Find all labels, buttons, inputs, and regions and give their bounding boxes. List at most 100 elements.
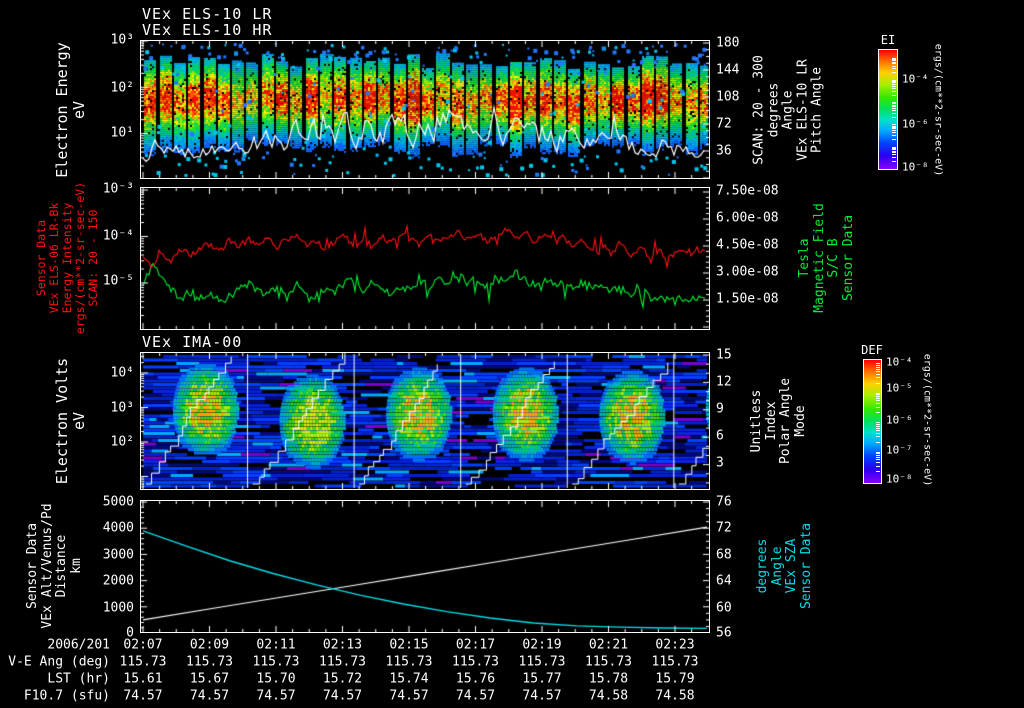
- colorbar-minor-tick: [876, 451, 880, 453]
- ima-spectrogram-canvas: [141, 353, 709, 489]
- colorbar-minor-tick: [892, 157, 896, 159]
- colorbar-minor-tick: [876, 432, 880, 434]
- time-tick-label: 02:13: [322, 637, 363, 653]
- axis-label-line: Pitch Angle: [809, 66, 825, 154]
- colorbar-minor-tick: [876, 400, 880, 402]
- table-cell-value: 74.57: [322, 688, 363, 703]
- table-cell-value: 74.57: [522, 688, 562, 703]
- plot-page: VEx ELS-10 LR VEx ELS-10 HR VEx IMA-00 E…: [0, 0, 1024, 708]
- axis-label-line: degrees: [754, 538, 770, 594]
- colorbar-minor-tick: [876, 412, 880, 414]
- time-tick-label: 02:17: [455, 637, 496, 653]
- colorbar-minor-tick: [876, 459, 880, 461]
- table-cell-value: 15.72: [322, 671, 363, 687]
- def-colorbar-units: ergs/(cm**2-sr-sec-eV): [921, 353, 933, 487]
- axis-label-line: VEx Alt/Venus/Pd: [39, 503, 55, 629]
- axis-label-line: Sensor Data: [798, 522, 814, 610]
- colorbar-minor-tick: [892, 152, 896, 154]
- colorbar-tick-label: 10⁻⁸: [902, 160, 929, 174]
- colorbar-minor-tick: [892, 135, 896, 136]
- colorbar-tick-label: 10⁻⁶: [902, 117, 929, 131]
- axis-label-line: Tesla: [796, 238, 812, 278]
- colorbar-minor-tick: [892, 147, 896, 149]
- table-cell-value: 74.57: [455, 688, 496, 703]
- y-axis-tick-label: 4000: [102, 520, 134, 536]
- table-cell-value: 115.73: [651, 654, 699, 670]
- colorbar-minor-tick: [892, 124, 896, 126]
- y-axis-tick-label: 10³: [110, 32, 134, 48]
- axis-label-line: Sensor Data: [33, 219, 48, 297]
- colorbar-minor-tick: [892, 82, 896, 84]
- bfield-right-axis-label: Tesla Magnetic Field S/C B Sensor Data: [796, 203, 856, 313]
- table-cell-value: 15.77: [522, 671, 562, 687]
- colorbar-minor-tick: [876, 436, 880, 438]
- right-axis-tick-label: 9: [716, 401, 724, 417]
- axis-label-line: Sensor Data: [24, 522, 40, 610]
- els-right-axis-label: SCAN: 20 - 300 degrees Angle VEx ELS-10 LR P…: [752, 55, 826, 165]
- axis-label-line: eV: [70, 411, 88, 431]
- right-axis-tick-label: 6: [716, 428, 724, 444]
- els-left-axis-label: Electron Energy eV: [53, 42, 88, 177]
- right-axis-tick-label: 7.50e-08: [716, 183, 779, 199]
- colorbar-minor-tick: [876, 366, 880, 368]
- colorbar-minor-tick: [876, 377, 880, 379]
- colorbar-tick-label: 10⁻⁴: [886, 355, 913, 369]
- colorbar-minor-tick: [876, 373, 880, 375]
- time-tick-label: 02:23: [655, 637, 695, 653]
- time-tick-label: 02:07: [123, 637, 163, 653]
- trajectory-canvas: [141, 501, 709, 632]
- time-tick-label: 02:11: [256, 637, 296, 653]
- y-axis-tick-label: 10²: [110, 80, 134, 96]
- colorbar-minor-tick: [892, 94, 896, 96]
- table-cell-value: 74.57: [189, 688, 230, 703]
- colorbar-minor-tick: [892, 80, 896, 82]
- y-axis-tick-label: 10¹: [110, 125, 134, 141]
- y-axis-tick-label: 2000: [102, 573, 134, 589]
- table-cell-value: 115.73: [452, 654, 499, 670]
- right-axis-tick-label: 36: [716, 143, 732, 159]
- colorbar-minor-tick: [892, 150, 896, 152]
- y-axis-tick-label: 5000: [102, 494, 134, 510]
- colorbar-minor-tick: [892, 72, 896, 74]
- colorbar-minor-tick: [892, 85, 896, 87]
- intensity-bfield-canvas: [141, 188, 709, 329]
- colorbar-minor-tick: [876, 396, 880, 398]
- colorbar-minor-tick: [876, 425, 880, 427]
- colorbar-minor-tick: [876, 429, 880, 431]
- axis-label-line: ergs/(cm**2-sr-sec-eV): [72, 181, 87, 335]
- axis-label-line: degrees: [766, 82, 782, 138]
- colorbar-minor-tick: [876, 403, 880, 405]
- axis-label-line: VEx ELS-10 LR: [795, 59, 811, 161]
- axis-label-line: Sensor Data: [840, 214, 856, 302]
- colorbar-minor-tick: [892, 138, 896, 140]
- els-spectrogram-panel: [140, 40, 710, 179]
- els-spectrogram-canvas: [141, 41, 709, 178]
- colorbar-minor-tick: [876, 406, 880, 408]
- y-axis-tick-label: 10⁴: [110, 365, 134, 381]
- right-axis-tick-label: 3: [716, 455, 724, 471]
- table-cell-value: 15.70: [256, 671, 296, 687]
- axis-label-line: Mode: [792, 405, 808, 437]
- colorbar-minor-tick: [876, 394, 880, 396]
- colorbar-minor-tick: [892, 102, 896, 104]
- colorbar-minor-tick: [892, 87, 896, 89]
- colorbar-minor-tick: [892, 60, 896, 62]
- axis-label-line: Energy Intensity: [59, 202, 74, 314]
- colorbar-minor-tick: [892, 106, 896, 108]
- axis-label-line: S/C B: [826, 238, 841, 278]
- table-cell-value: 74.58: [655, 688, 695, 703]
- colorbar-minor-tick: [892, 90, 896, 92]
- axis-label-line: Distance: [54, 534, 69, 598]
- right-axis-tick-label: 56: [716, 625, 732, 641]
- right-axis-tick-label: 15: [716, 347, 732, 363]
- axis-label-line: Index: [763, 401, 779, 441]
- right-axis-tick-label: 68: [716, 547, 732, 563]
- axis-label-line: Polar Angle: [778, 377, 793, 465]
- time-tick-label: 02:15: [389, 637, 429, 653]
- axis-label-line: Magnetic Field: [811, 203, 827, 313]
- table-cell-value: 74.57: [256, 688, 296, 703]
- colorbar-minor-tick: [876, 392, 880, 394]
- colorbar-minor-tick: [892, 161, 896, 163]
- colorbar-minor-tick: [892, 126, 896, 128]
- colorbar-minor-tick: [892, 104, 896, 106]
